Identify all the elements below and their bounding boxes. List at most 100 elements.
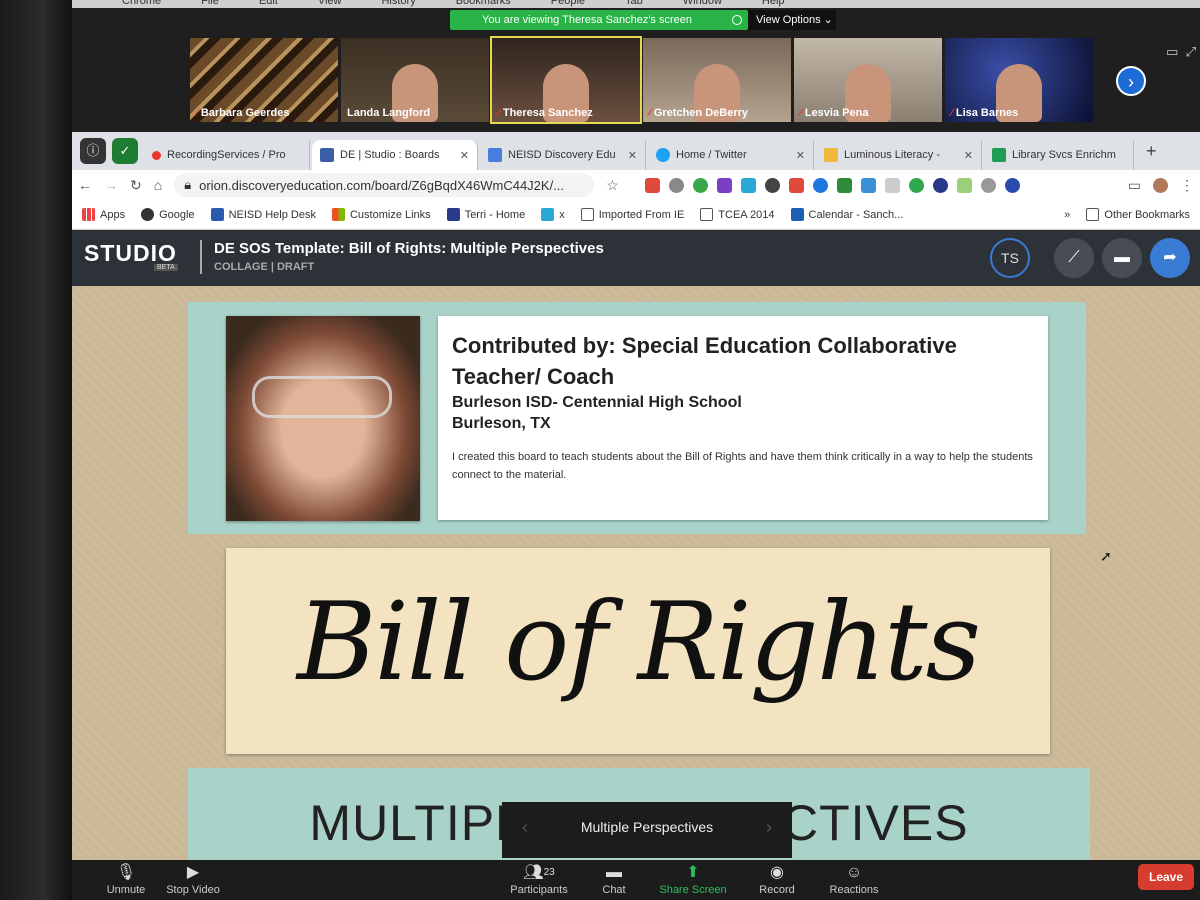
- bookmark-terri-home[interactable]: Terri - Home: [446, 208, 525, 221]
- new-tab-button[interactable]: +: [1136, 141, 1167, 162]
- gallery-next-button[interactable]: ›: [1116, 66, 1146, 96]
- bookmark-label: Apps: [100, 208, 126, 221]
- bookmark-other[interactable]: » Other Bookmarks: [1064, 208, 1190, 221]
- info-extension-button[interactable]: ⓘ: [80, 138, 106, 164]
- menu-people[interactable]: People: [551, 0, 585, 8]
- extension-icon[interactable]: [956, 177, 972, 193]
- bookmark-customize[interactable]: Customize Links: [331, 208, 431, 221]
- share-button[interactable]: ➦: [1150, 238, 1190, 278]
- extension-icon[interactable]: [740, 177, 756, 193]
- contributor-card[interactable]: Contributed by: Special Education Collab…: [438, 316, 1048, 520]
- record-icon: ◉: [770, 864, 784, 881]
- unmute-label: Unmute: [106, 884, 146, 896]
- close-icon[interactable]: ✕: [796, 149, 805, 162]
- extension-icon[interactable]: [1004, 177, 1020, 193]
- profile-avatar[interactable]: [1153, 177, 1168, 193]
- bookmark-calendar[interactable]: Calendar - Sanch...: [790, 208, 903, 221]
- chat-bubble-icon: ▬: [606, 864, 622, 881]
- menu-bookmarks[interactable]: Bookmarks: [456, 0, 511, 8]
- close-icon[interactable]: ✕: [628, 149, 637, 162]
- layout-icon[interactable]: ▭: [1166, 44, 1178, 59]
- extension-icon[interactable]: [644, 177, 660, 193]
- extension-icon[interactable]: [716, 177, 732, 193]
- tab-recording[interactable]: RecordingServices / Pro: [144, 140, 310, 170]
- extension-icon[interactable]: [884, 177, 900, 193]
- participant-tile[interactable]: ⁄ Barbara Geerdes: [190, 38, 338, 122]
- cast-icon[interactable]: ▭: [1128, 177, 1141, 194]
- close-icon[interactable]: ✕: [460, 149, 469, 162]
- menu-tab[interactable]: Tab: [625, 0, 643, 8]
- menu-dots-icon[interactable]: ⋮: [1180, 177, 1194, 194]
- tab-neisd[interactable]: NEISD Discovery Edu ✕: [480, 140, 646, 170]
- recording-icon: [152, 150, 161, 160]
- menu-edit[interactable]: Edit: [259, 0, 278, 8]
- bookmark-label: x: [559, 208, 565, 221]
- bookmark-tcea[interactable]: TCEA 2014: [700, 208, 775, 221]
- tab-library[interactable]: Library Svcs Enrichm: [984, 140, 1134, 170]
- extension-icon[interactable]: [764, 177, 780, 193]
- leave-button[interactable]: Leave: [1138, 864, 1194, 890]
- overflow-chevron-icon[interactable]: »: [1064, 209, 1070, 221]
- record-button[interactable]: ◉ Record: [752, 862, 802, 896]
- address-bar[interactable]: 🔒︎ orion.discoveryeducation.com/board/Z6…: [174, 173, 595, 197]
- share-screen-button[interactable]: ⬆ Share Screen: [654, 862, 732, 896]
- magic-wand-button[interactable]: ⟋: [1054, 238, 1094, 278]
- bookmark-label: TCEA 2014: [718, 208, 775, 221]
- reactions-button[interactable]: ☺ Reactions: [824, 862, 884, 896]
- participant-tile[interactable]: ⁄ Lesvia Pena: [794, 38, 942, 122]
- fullscreen-icon[interactable]: ⤢: [1186, 44, 1196, 59]
- extension-icon[interactable]: [836, 177, 852, 193]
- extension-icon[interactable]: [788, 177, 804, 193]
- bill-of-rights-banner[interactable]: Bill of Rights: [226, 548, 1050, 754]
- bookmark-apps[interactable]: Apps: [82, 208, 125, 221]
- extension-icon[interactable]: [812, 177, 828, 193]
- tab-studio-boards[interactable]: DE | Studio : Boards ✕: [312, 140, 478, 170]
- reload-icon[interactable]: ↻: [130, 177, 142, 194]
- extension-icon[interactable]: [932, 177, 948, 193]
- tab-luminous[interactable]: Luminous Literacy - ✕: [816, 140, 982, 170]
- menu-help[interactable]: Help: [762, 0, 785, 8]
- stop-video-button[interactable]: ▶ Stop Video: [158, 862, 228, 896]
- shield-icon: ✓: [119, 143, 131, 158]
- bookmark-imported[interactable]: Imported From IE: [580, 208, 684, 221]
- menu-file[interactable]: File: [201, 0, 219, 8]
- extension-icon[interactable]: [980, 177, 996, 193]
- menu-view[interactable]: View: [318, 0, 342, 8]
- view-options-button[interactable]: View Options ⌄: [748, 10, 836, 30]
- chevron-left-icon[interactable]: ‹: [522, 802, 528, 852]
- menu-window[interactable]: Window: [683, 0, 722, 8]
- extension-icon[interactable]: [668, 177, 684, 193]
- tab-twitter[interactable]: Home / Twitter ✕: [648, 140, 814, 170]
- star-icon[interactable]: ☆: [606, 177, 619, 194]
- user-avatar[interactable]: TS: [990, 238, 1030, 278]
- shared-tooltip: ‹ Multiple Perspectives ›: [502, 802, 792, 858]
- bookmark-x[interactable]: x: [541, 208, 565, 221]
- comments-button[interactable]: ▬: [1102, 238, 1142, 278]
- extension-icon[interactable]: [692, 177, 708, 193]
- home-icon[interactable]: ⌂: [154, 177, 162, 193]
- extension-icon[interactable]: [908, 177, 924, 193]
- share-screen-icon: ⬆: [686, 864, 700, 881]
- close-icon[interactable]: ✕: [964, 149, 973, 162]
- window-layout-icons[interactable]: ▭ ⤢: [1166, 44, 1196, 60]
- windows-icon: [331, 208, 345, 221]
- participant-tile[interactable]: Landa Langford: [341, 38, 489, 122]
- back-icon[interactable]: ←: [78, 177, 92, 193]
- participant-tile[interactable]: ⁄ Gretchen DeBerry: [643, 38, 791, 122]
- forward-icon[interactable]: →: [104, 177, 118, 193]
- participant-tile[interactable]: ⁄ Lisa Barnes: [945, 38, 1093, 122]
- chat-button[interactable]: ▬ Chat: [592, 862, 636, 896]
- unmute-button[interactable]: 🎙︎ Unmute: [96, 862, 156, 896]
- bookmark-google[interactable]: Google: [141, 208, 195, 221]
- info-icon: ⓘ: [86, 143, 100, 158]
- studio-logo[interactable]: STUDIO: [84, 240, 177, 267]
- shield-extension-button[interactable]: ✓: [112, 138, 138, 164]
- menu-chrome[interactable]: Chrome: [122, 0, 161, 8]
- bookmark-helpdesk[interactable]: NEISD Help Desk: [210, 208, 316, 221]
- extension-icon[interactable]: [860, 177, 876, 193]
- chevron-right-icon[interactable]: ›: [766, 802, 772, 852]
- menu-history[interactable]: History: [381, 0, 415, 8]
- participant-tile-active[interactable]: ⁄ Theresa Sanchez: [490, 36, 642, 124]
- contributor-photo[interactable]: [226, 316, 420, 521]
- participants-button[interactable]: 👥︎23 Participants: [504, 862, 574, 896]
